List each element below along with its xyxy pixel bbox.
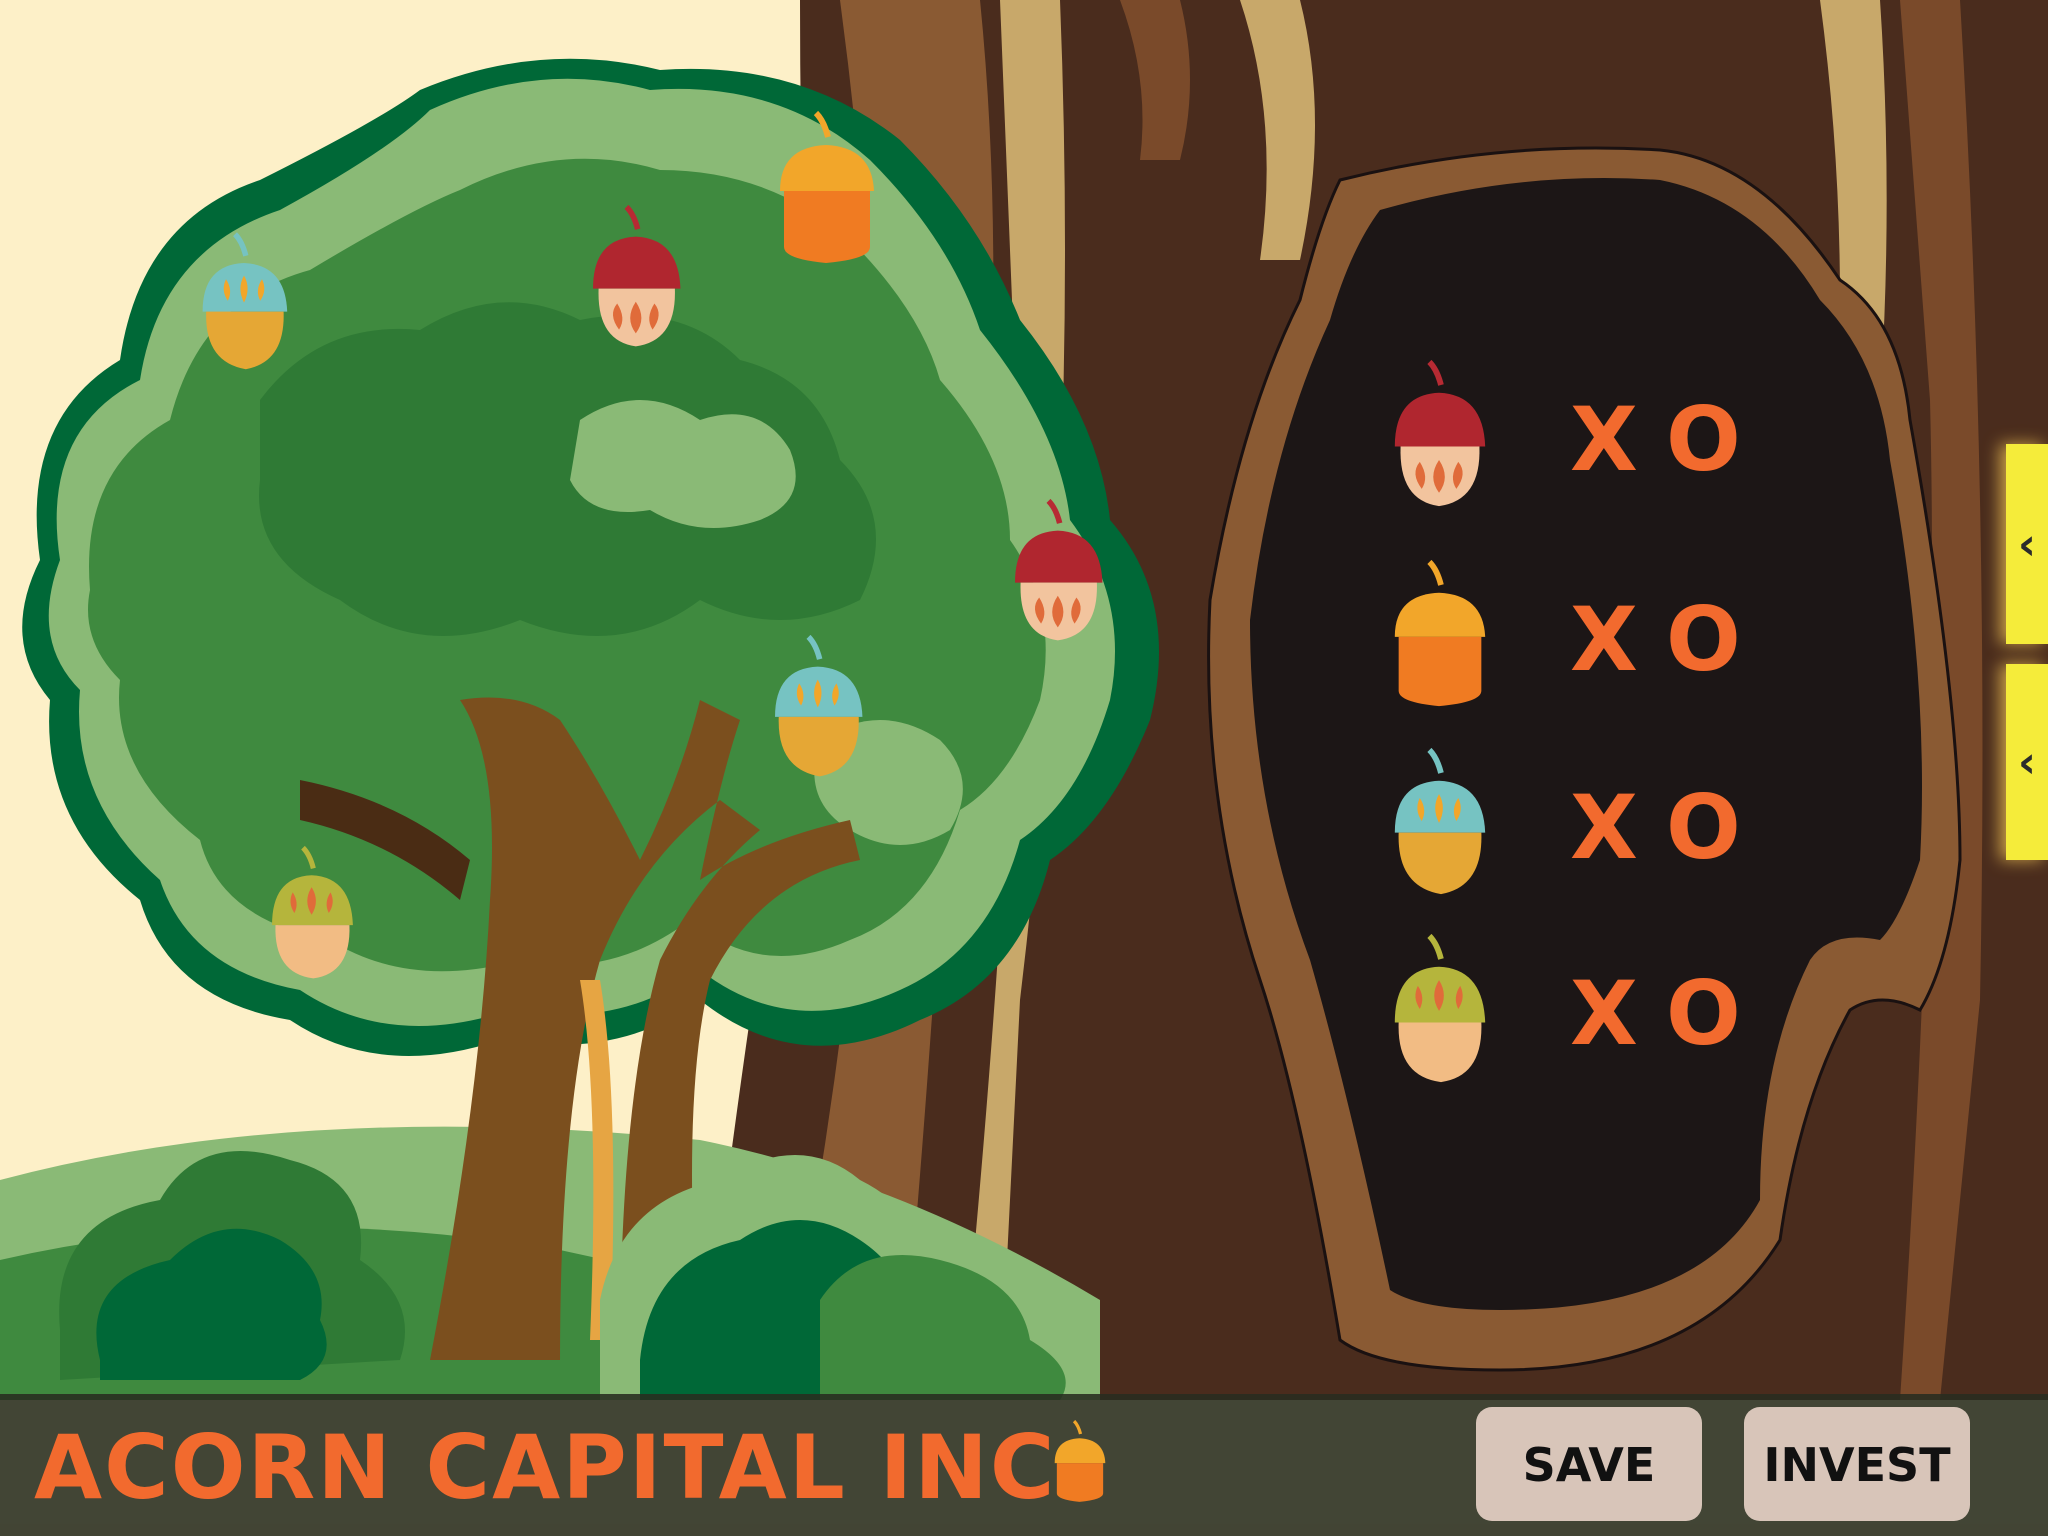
invest-button[interactable]: INVEST	[1744, 1407, 1970, 1521]
side-tab-top[interactable]: ‹	[2006, 444, 2048, 644]
olive-acorn-icon	[1380, 934, 1500, 1084]
reject-x-button[interactable]: X	[1570, 964, 1638, 1064]
red-acorn-icon	[1380, 360, 1500, 510]
save-button[interactable]: SAVE	[1476, 1407, 1702, 1521]
orange-acorn-icon	[1380, 560, 1500, 710]
chevron-left-icon: ‹	[2017, 518, 2037, 570]
teal-acorn-icon	[1380, 748, 1500, 898]
accept-o-button[interactable]: O	[1666, 964, 1741, 1064]
accept-o-button[interactable]: O	[1666, 390, 1741, 490]
hollow-row: X O	[1380, 560, 1780, 710]
chevron-left-icon: ‹	[2017, 736, 2037, 788]
accept-o-button[interactable]: O	[1666, 590, 1741, 690]
reject-x-button[interactable]: X	[1570, 590, 1638, 690]
brand-title: ACORN CAPITAL INC.	[34, 1416, 1092, 1519]
brand-acorn-icon	[1053, 1420, 1107, 1504]
reject-x-button[interactable]: X	[1570, 390, 1638, 490]
hollow-row: X O	[1380, 748, 1780, 898]
accept-o-button[interactable]: O	[1666, 778, 1741, 878]
hollow-row: X O	[1380, 934, 1780, 1084]
side-tab-bottom[interactable]: ‹	[2006, 664, 2048, 860]
hollow-row: X O	[1380, 360, 1780, 510]
reject-x-button[interactable]: X	[1570, 778, 1638, 878]
